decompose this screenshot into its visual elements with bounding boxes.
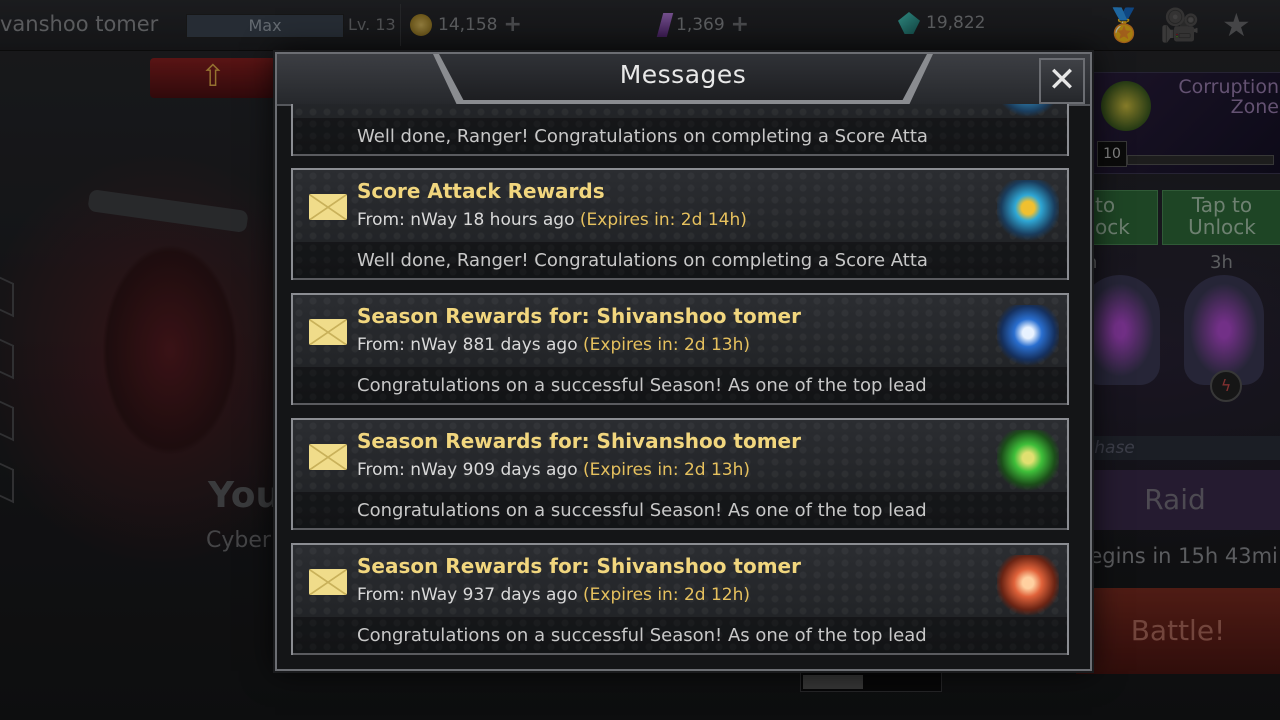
message-title: Season Rewards for: Shivanshoo tomer: [357, 554, 801, 578]
message-preview-area: Well done, Ranger! Congratulations on co…: [293, 242, 1067, 280]
message-from: From: nWay 937 days ago: [357, 585, 578, 605]
message-item[interactable]: Well done, Ranger! Congratulations on co…: [291, 104, 1069, 156]
dialog-title: Messages: [619, 60, 747, 89]
message-header: Score Attack Rewards From: nWay 18 hours…: [293, 170, 1067, 242]
message-item[interactable]: Score Attack Rewards From: nWay 18 hours…: [291, 168, 1069, 280]
message-title: Score Attack Rewards: [357, 179, 605, 203]
message-expiry: (Expires in: 2d 14h): [579, 210, 747, 230]
score-attack-reward-icon: [997, 180, 1059, 242]
message-preview: Congratulations on a successful Season! …: [357, 375, 927, 396]
message-item[interactable]: Season Rewards for: Shivanshoo tomer Fro…: [291, 293, 1069, 405]
season-reward-orange-icon: [997, 555, 1059, 617]
message-list[interactable]: Well done, Ranger! Congratulations on co…: [291, 104, 1073, 662]
season-reward-green-icon: [997, 430, 1059, 492]
close-button[interactable]: ✕: [1039, 58, 1085, 104]
message-preview-area: Well done, Ranger! Congratulations on co…: [293, 118, 1067, 156]
message-header: Season Rewards for: Shivanshoo tomer Fro…: [293, 545, 1067, 617]
envelope-icon: [309, 444, 347, 470]
message-header: [293, 104, 1067, 118]
dialog-header: Messages ✕: [277, 54, 1090, 106]
envelope-icon: [309, 194, 347, 220]
messages-dialog: Messages ✕ Well done, Ranger! Congratula…: [275, 52, 1092, 671]
message-expiry: (Expires in: 2d 13h): [583, 335, 750, 355]
score-attack-reward-icon: [997, 104, 1059, 118]
message-preview: Congratulations on a successful Season! …: [357, 625, 927, 646]
message-item[interactable]: Season Rewards for: Shivanshoo tomer Fro…: [291, 418, 1069, 530]
message-meta: From: nWay 909 days ago (Expires in: 2d …: [357, 460, 750, 480]
message-from: From: nWay 881 days ago: [357, 335, 578, 355]
message-preview-area: Congratulations on a successful Season! …: [293, 367, 1067, 405]
message-expiry: (Expires in: 2d 12h): [583, 585, 750, 605]
message-title: Season Rewards for: Shivanshoo tomer: [357, 429, 801, 453]
message-item[interactable]: Season Rewards for: Shivanshoo tomer Fro…: [291, 543, 1069, 655]
message-preview-area: Congratulations on a successful Season! …: [293, 617, 1067, 655]
envelope-icon: [309, 319, 347, 345]
message-preview: Congratulations on a successful Season! …: [357, 500, 927, 521]
message-from: From: nWay 18 hours ago: [357, 210, 575, 230]
message-header: Season Rewards for: Shivanshoo tomer Fro…: [293, 295, 1067, 367]
message-meta: From: nWay 881 days ago (Expires in: 2d …: [357, 335, 750, 355]
envelope-icon: [309, 569, 347, 595]
message-meta: From: nWay 18 hours ago (Expires in: 2d …: [357, 210, 747, 230]
message-meta: From: nWay 937 days ago (Expires in: 2d …: [357, 585, 750, 605]
message-preview: Well done, Ranger! Congratulations on co…: [357, 250, 928, 271]
season-reward-blue-icon: [997, 305, 1059, 367]
message-from: From: nWay 909 days ago: [357, 460, 578, 480]
message-header: Season Rewards for: Shivanshoo tomer Fro…: [293, 420, 1067, 492]
message-preview: Well done, Ranger! Congratulations on co…: [357, 126, 928, 147]
message-preview-area: Congratulations on a successful Season! …: [293, 492, 1067, 530]
message-expiry: (Expires in: 2d 13h): [583, 460, 750, 480]
message-title: Season Rewards for: Shivanshoo tomer: [357, 304, 801, 328]
